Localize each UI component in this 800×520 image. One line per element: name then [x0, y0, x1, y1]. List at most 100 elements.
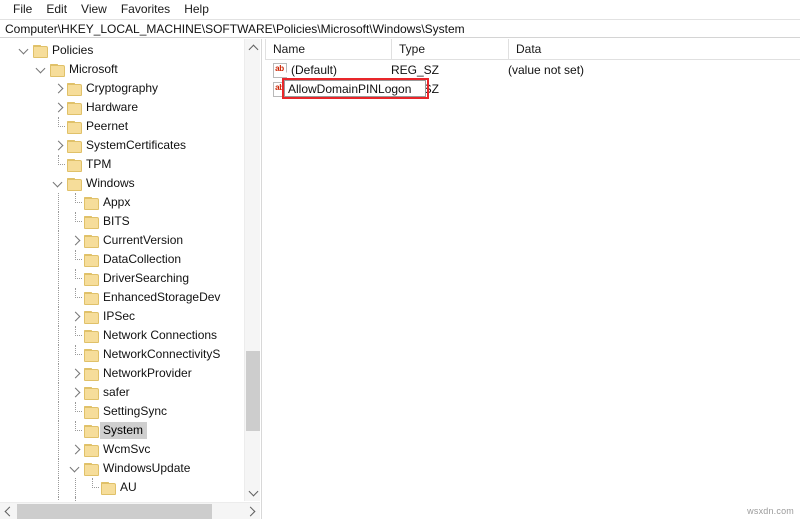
tree-expand-toggle[interactable]	[68, 440, 84, 459]
tree-item-label: CurrentVersion	[103, 233, 184, 247]
tree-guide-line	[58, 250, 60, 269]
folder-icon	[84, 329, 99, 343]
scroll-left-button[interactable]	[0, 503, 16, 520]
folder-icon	[84, 234, 99, 248]
tree-horizontal-scroll-thumb[interactable]	[17, 504, 212, 519]
tree-item-ipsec[interactable]: IPSec	[0, 307, 243, 326]
tree-item-settingsync[interactable]: SettingSync	[0, 402, 243, 421]
tree-expand-toggle[interactable]	[51, 136, 67, 155]
tree-connector	[68, 193, 84, 212]
tree-item-networkprovider[interactable]: NetworkProvider	[0, 364, 243, 383]
folder-icon	[67, 120, 82, 134]
address-bar[interactable]: Computer\HKEY_LOCAL_MACHINE\SOFTWARE\Pol…	[0, 19, 800, 38]
column-header-name[interactable]: Name	[265, 39, 391, 59]
folder-icon	[84, 348, 99, 362]
scroll-up-button[interactable]	[245, 39, 261, 56]
registry-tree-list: Policies Microsoft Cryptography Hardware Pee…	[0, 39, 243, 501]
column-header-data[interactable]: Data	[508, 39, 800, 59]
tree-guide-line	[75, 411, 82, 413]
chevron-down-icon	[248, 486, 258, 496]
tree-item-microsoft[interactable]: Microsoft	[0, 60, 243, 79]
tree-expand-toggle[interactable]	[68, 364, 84, 383]
tree-item-enhancedstoragedev[interactable]: EnhancedStorageDev	[0, 288, 243, 307]
menu-item-view[interactable]: View	[74, 1, 114, 18]
value-row[interactable]: ab (Default) REG_SZ (value not set)	[265, 60, 800, 79]
tree-item-peernet[interactable]: Peernet	[0, 117, 243, 136]
tree-collapse-toggle[interactable]	[51, 174, 67, 193]
tree-item-policies[interactable]: Policies	[0, 41, 243, 60]
chevron-left-icon	[4, 506, 15, 517]
tree-item-networkconnectivitys[interactable]: NetworkConnectivityS	[0, 345, 243, 364]
tree-item-label: Policies	[52, 43, 94, 57]
chevron-right-icon	[53, 83, 64, 94]
folder-icon	[67, 139, 82, 153]
chevron-right-icon	[70, 387, 81, 398]
tree-connector	[68, 345, 84, 364]
value-row[interactable]: abREG_SZAllowDomainPINLogon	[265, 78, 800, 99]
tree-item-bits[interactable]: BITS	[0, 212, 243, 231]
tree-item-currentversion[interactable]: CurrentVersion	[0, 231, 243, 250]
tree-guide-line	[75, 297, 82, 299]
tree-expand-toggle[interactable]	[68, 307, 84, 326]
tree-item-systemcertificates[interactable]: SystemCertificates	[0, 136, 243, 155]
folder-icon	[84, 310, 99, 324]
tree-expand-toggle[interactable]	[68, 231, 84, 250]
tree-item-au[interactable]: AU	[0, 478, 243, 497]
tree-expand-toggle[interactable]	[68, 383, 84, 402]
tree-item-label: WcmSvc	[103, 442, 151, 456]
tree-item-label: Windows	[86, 176, 135, 190]
tree-item-driversearching[interactable]: DriverSearching	[0, 269, 243, 288]
menu-item-favorites[interactable]: Favorites	[114, 1, 177, 18]
tree-connector	[68, 402, 84, 421]
tree-item-label: SettingSync	[103, 404, 168, 418]
folder-icon	[67, 158, 82, 172]
tree-vertical-scroll-thumb[interactable]	[246, 351, 260, 431]
value-list-header: Name Type Data	[265, 39, 800, 60]
tree-collapse-toggle[interactable]	[17, 41, 33, 60]
tree-item-hardware[interactable]: Hardware	[0, 98, 243, 117]
chevron-right-icon	[53, 102, 64, 113]
menu-item-file[interactable]: File	[6, 1, 39, 18]
tree-item-label: System	[100, 422, 148, 439]
tree-guide-line	[75, 278, 82, 280]
tree-item-windows[interactable]: Windows	[0, 174, 243, 193]
chevron-up-icon	[248, 44, 258, 54]
folder-icon	[84, 367, 99, 381]
value-list-rows: ab (Default) REG_SZ (value not set)abREG_SZ…	[265, 60, 800, 99]
string-value-icon: ab	[273, 63, 287, 78]
tree-vertical-scrollbar[interactable]	[244, 39, 260, 501]
tree-collapse-toggle[interactable]	[68, 459, 84, 478]
folder-icon	[84, 405, 99, 419]
tree-item-appx[interactable]: Appx	[0, 193, 243, 212]
tree-expand-toggle[interactable]	[51, 98, 67, 117]
tree-guide-line	[92, 487, 99, 489]
menu-item-edit[interactable]: Edit	[39, 1, 74, 18]
chevron-down-icon	[69, 462, 80, 473]
tree-horizontal-scrollbar[interactable]	[0, 502, 260, 519]
tree-item-tpm[interactable]: TPM	[0, 155, 243, 174]
scroll-right-button[interactable]	[244, 503, 260, 520]
tree-collapse-toggle[interactable]	[34, 60, 50, 79]
tree-guide-line	[75, 430, 82, 432]
tree-item-label: Cryptography	[86, 81, 159, 95]
menu-item-help[interactable]: Help	[177, 1, 216, 18]
tree-item-workplacejoin[interactable]: WorkplaceJoin	[0, 497, 243, 501]
tree-item-system[interactable]: System	[0, 421, 243, 440]
tree-item-datacollection[interactable]: DataCollection	[0, 250, 243, 269]
tree-item-wcmsvc[interactable]: WcmSvc	[0, 440, 243, 459]
tree-expand-toggle[interactable]	[51, 79, 67, 98]
chevron-right-icon	[53, 140, 64, 151]
chevron-down-icon	[52, 177, 63, 188]
tree-item-safer[interactable]: safer	[0, 383, 243, 402]
column-header-type[interactable]: Type	[391, 39, 508, 59]
value-rename-input[interactable]: AllowDomainPINLogon	[284, 80, 426, 97]
scroll-down-button[interactable]	[245, 484, 261, 501]
folder-icon	[84, 196, 99, 210]
tree-item-network-connections[interactable]: Network Connections	[0, 326, 243, 345]
tree-item-cryptography[interactable]: Cryptography	[0, 79, 243, 98]
tree-item-windowsupdate[interactable]: WindowsUpdate	[0, 459, 243, 478]
tree-connector	[68, 269, 84, 288]
